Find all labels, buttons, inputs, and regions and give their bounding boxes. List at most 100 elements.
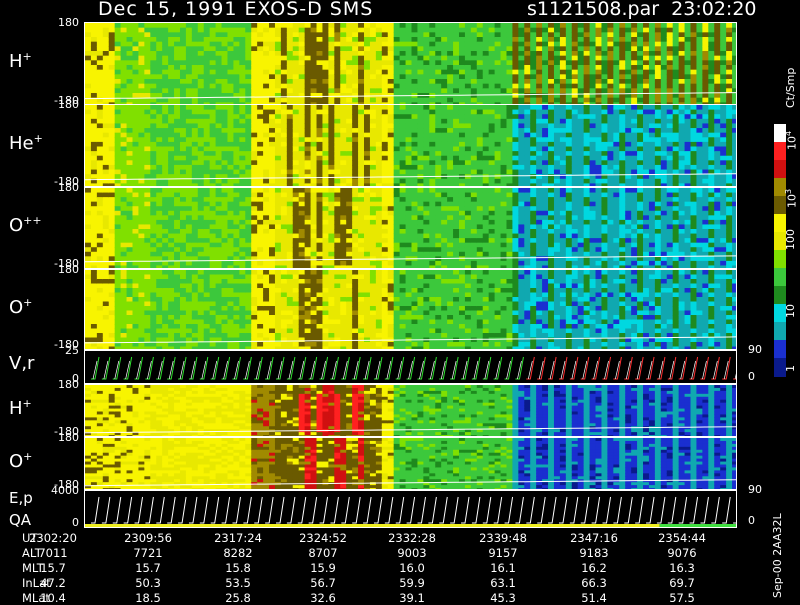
heatmap-cell [299,188,306,193]
heatmap-cell [346,211,353,216]
heatmap-cell [406,156,413,161]
heatmap-cell [542,147,549,152]
heatmap-cell [655,179,662,184]
heatmap-cell [263,188,270,193]
heatmap-cell [144,56,151,61]
heatmap-cell [441,88,448,93]
heatmap-cell [483,123,490,128]
heatmap-cell [679,28,686,33]
heatmap-cell [501,28,508,33]
heatmap-cell [423,179,430,184]
heatmap-cell [489,128,496,133]
heatmap-cell [85,37,92,42]
heatmap-cell [346,234,353,239]
heatmap-cell [358,84,365,89]
heatmap-cell [132,93,139,98]
heatmap-cell [257,37,264,42]
heatmap-cell [400,197,407,202]
heatmap-cell [227,238,234,243]
heatmap-cell [714,179,721,184]
heatmap-cell [311,23,318,28]
heatmap-cell [548,147,555,152]
heatmap-cell [708,114,715,119]
heatmap-cell [596,98,603,103]
heatmap-cell [691,119,698,124]
heatmap-cell [489,160,496,165]
heatmap-cell [673,133,680,138]
heatmap-cell [103,206,110,211]
heatmap-cell [370,119,377,124]
heatmap-cell [477,105,484,110]
heatmap-cell [227,179,234,184]
heatmap-cell [560,156,567,161]
heatmap-cell [554,60,561,65]
heatmap-cell [334,79,341,84]
heatmap-cell [103,28,110,33]
heatmap-cell [578,84,585,89]
file-info: s1121508.par 23:02:20 [527,0,757,20]
heatmap-cell [127,220,134,225]
heatmap-cell [364,84,371,89]
heatmap-cell [584,79,591,84]
heatmap-cell [625,84,632,89]
heatmap-cell [596,23,603,28]
heatmap-cell [382,238,389,243]
heatmap-cell [275,224,282,229]
heatmap-cell [299,70,306,75]
heatmap-cell [216,165,223,170]
heatmap-cell [186,137,193,142]
heatmap-cell [625,51,632,56]
heatmap-cell [382,252,389,257]
heatmap-cell [322,105,329,110]
heatmap-cell [132,151,139,156]
heatmap-cell [210,37,217,42]
heatmap-cell [251,243,258,248]
heatmap-cell [364,179,371,184]
heatmap-cell [423,32,430,37]
heatmap-cell [174,119,181,124]
heatmap-cell [144,51,151,56]
heatmap-cell [174,133,181,138]
heatmap-cell [251,247,258,252]
heatmap-cell [275,220,282,225]
heatmap-cell [685,70,692,75]
heatmap-cell [132,243,139,248]
heatmap-cell [388,147,395,152]
heatmap-cell [103,211,110,216]
heatmap-cell [334,93,341,98]
heatmap-cell [281,123,288,128]
heatmap-cell [388,142,395,147]
heatmap-cell [263,238,270,243]
heatmap-cell [607,51,614,56]
heatmap-cell [156,215,163,220]
heatmap-cell [370,137,377,142]
heatmap-cell [192,137,199,142]
heatmap-cell [619,151,626,156]
heatmap-cell [198,119,205,124]
heatmap-cell [619,74,626,79]
heatmap-cell [233,147,240,152]
heatmap-cell [382,156,389,161]
heatmap-cell [216,23,223,28]
heatmap-cell [138,74,145,79]
heatmap-cell [417,23,424,28]
heatmap-cell [655,23,662,28]
heatmap-cell [518,105,525,110]
heatmap-cell [708,28,715,33]
heatmap-cell [281,238,288,243]
heatmap-cell [281,98,288,103]
heatmap-cell [192,133,199,138]
heatmap-cell [518,79,525,84]
heatmap-cell [317,114,324,119]
heatmap-cell [156,65,163,70]
heatmap-cell [162,229,169,234]
heatmap-cell [542,46,549,51]
heatmap-cell [305,197,312,202]
heatmap-cell [406,119,413,124]
heatmap-cell [714,32,721,37]
heatmap-cell [708,179,715,184]
heatmap-cell [625,74,632,79]
heatmap-cell [317,174,324,179]
heatmap-cell [132,74,139,79]
heatmap-cell [85,123,92,128]
